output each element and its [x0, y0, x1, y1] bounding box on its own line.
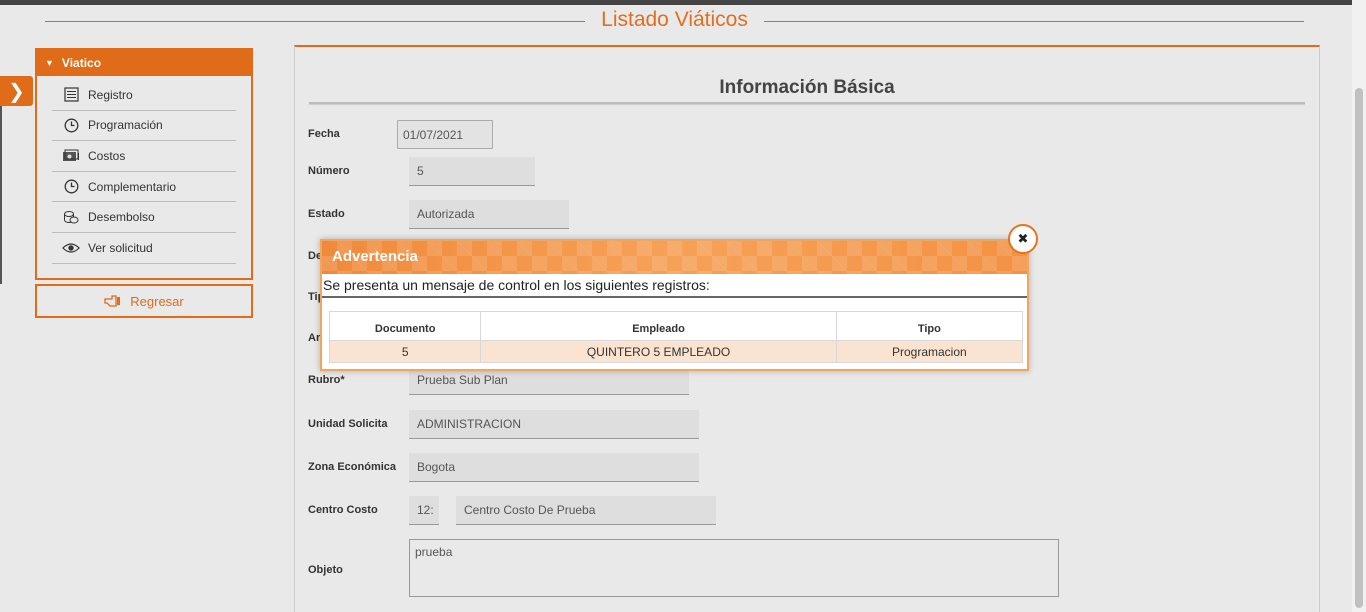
top-bar: [0, 0, 1352, 5]
section-divider: [309, 102, 1305, 104]
dialog-header-pattern: [322, 241, 1027, 274]
page-header: Listado Viáticos: [45, 8, 1304, 36]
dialog-header: Advertencia: [322, 241, 1027, 274]
page-scrollbar[interactable]: [1352, 0, 1366, 612]
table-header-row: Documento Empleado Tipo: [328, 311, 1024, 341]
dialog-title: Advertencia: [332, 248, 418, 265]
clock-icon: [62, 179, 80, 195]
sidebar-item-label: Costos: [88, 148, 126, 163]
centro-costo-code-field[interactable]: 12:: [409, 496, 439, 525]
cell-tipo: Programacion: [835, 340, 1024, 363]
objeto-textarea[interactable]: prueba: [409, 539, 1059, 597]
regresar-button[interactable]: Regresar: [35, 284, 253, 318]
sidebar-menu: ▼ Viatico Registro Programación Costos Co…: [35, 48, 253, 280]
sidebar-item-desembolso[interactable]: Desembolso: [52, 202, 236, 233]
coins-icon: [62, 209, 80, 225]
section-title: Información Básica: [719, 77, 895, 98]
column-header-documento[interactable]: Documento: [328, 311, 482, 341]
eye-icon: [62, 240, 80, 256]
numero-field[interactable]: 5: [409, 157, 535, 186]
sidebar-header[interactable]: ▼ Viatico: [37, 50, 251, 76]
estado-field[interactable]: Autorizada: [409, 200, 569, 229]
centro-costo-field[interactable]: Centro Costo De Prueba: [456, 496, 716, 525]
close-dialog-button[interactable]: ✖: [1008, 224, 1038, 254]
sidebar-item-label: Registro: [88, 87, 133, 102]
money-icon: [62, 148, 80, 164]
warning-dialog: Advertencia Se presenta un mensaje de co…: [320, 239, 1029, 371]
sidebar-toggle-button[interactable]: ❯: [0, 76, 33, 106]
sidebar-item-label: Programación: [88, 118, 163, 133]
sidebar-item-registro[interactable]: Registro: [52, 80, 236, 111]
sidebar-item-ver-solicitud[interactable]: Ver solicitud: [52, 233, 236, 264]
rubro-label: Rubro*: [308, 374, 345, 386]
close-icon: ✖: [1017, 231, 1029, 247]
records-table: Documento Empleado Tipo 5 QUINTERO 5 EMP…: [328, 311, 1024, 363]
cell-empleado: QUINTERO 5 EMPLEADO: [480, 340, 837, 363]
unidad-field[interactable]: ADMINISTRACION: [409, 410, 699, 439]
list-icon: [62, 87, 80, 103]
dialog-message: Se presenta un mensaje de control en los…: [322, 274, 1027, 298]
objeto-label: Objeto: [308, 564, 343, 576]
left-edge-bar: [0, 106, 2, 284]
clock-icon: [62, 117, 80, 133]
caret-down-icon: ▼: [45, 58, 54, 68]
sidebar-item-label: Complementario: [88, 179, 177, 194]
ar-label: Ar: [308, 332, 321, 344]
sidebar-item-costos[interactable]: Costos: [52, 141, 236, 172]
estado-label: Estado: [308, 208, 345, 220]
fecha-label: Fecha: [308, 128, 340, 140]
sidebar-item-complementario[interactable]: Complementario: [52, 172, 236, 203]
page-title: Listado Viáticos: [601, 8, 748, 31]
column-header-tipo[interactable]: Tipo: [835, 311, 1024, 341]
sidebar-item-label: Desembolso: [88, 210, 155, 225]
unidad-label: Unidad Solicita: [308, 418, 388, 430]
column-header-empleado[interactable]: Empleado: [480, 311, 837, 341]
zona-label: Zona Económica: [308, 461, 397, 473]
regresar-label: Regresar: [130, 293, 184, 309]
zona-field[interactable]: Bogota: [409, 453, 699, 482]
sidebar-item-programacion[interactable]: Programación: [52, 111, 236, 142]
sidebar-item-label: Ver solicitud: [88, 240, 153, 255]
scrollbar-thumb[interactable]: [1355, 88, 1363, 608]
fecha-field[interactable]: 01/07/2021: [397, 120, 493, 149]
sidebar-header-label: Viatico: [61, 56, 102, 70]
table-row[interactable]: 5 QUINTERO 5 EMPLEADO Programacion: [328, 340, 1024, 363]
back-hand-icon: [104, 294, 122, 308]
chevron-right-icon: ❯: [8, 79, 25, 103]
numero-label: Número: [308, 165, 350, 177]
cell-documento: 5: [328, 340, 482, 363]
centro-costo-label: Centro Costo: [308, 504, 378, 516]
